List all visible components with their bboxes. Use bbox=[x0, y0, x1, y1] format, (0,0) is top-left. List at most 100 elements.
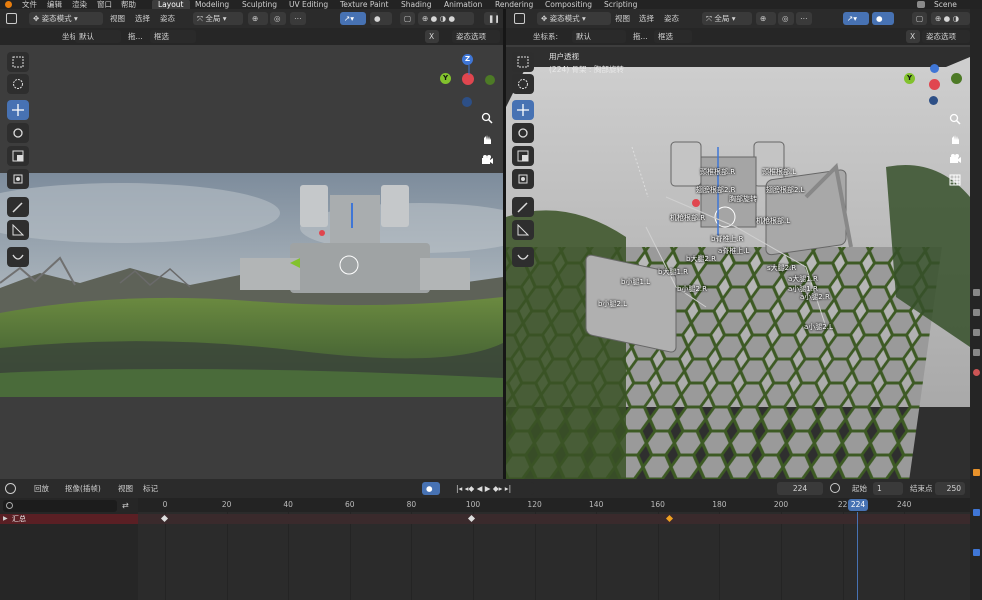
bone-label[interactable]: 机枪根部.R bbox=[670, 213, 705, 223]
bone-label[interactable]: 胸部旋转 bbox=[729, 194, 757, 204]
menu-window[interactable]: 窗口 bbox=[97, 0, 112, 9]
menu-view[interactable]: 视图 bbox=[110, 12, 125, 25]
bone-label[interactable]: 机枪根部.L bbox=[756, 216, 790, 226]
properties-render-icon[interactable] bbox=[973, 309, 980, 316]
gizmo-toggle-icon[interactable]: ↗▾ bbox=[843, 12, 869, 25]
tab-sculpting[interactable]: Sculpting bbox=[242, 0, 277, 9]
move-tool[interactable] bbox=[512, 100, 534, 120]
start-frame-field[interactable]: 1 bbox=[873, 482, 903, 495]
menu-pose[interactable]: 姿态 bbox=[160, 12, 175, 25]
bone-label[interactable]: b小腿1.L bbox=[621, 277, 650, 287]
pose-options-dropdown[interactable]: 姿态选项 bbox=[922, 30, 970, 43]
playback-controls[interactable]: |◂ ◂◆ ◀ ▶ ◆▸ ▸| bbox=[452, 482, 534, 495]
summary-row[interactable]: ▶ 汇总 bbox=[0, 514, 138, 524]
gizmo-neg-y-axis[interactable] bbox=[951, 73, 962, 84]
gizmo-toggle-icon[interactable]: ↗▾ bbox=[340, 12, 366, 25]
frame-ruler[interactable]: 0 20 40 60 80 100 120 140 160 180 200 22 240 bbox=[138, 498, 970, 512]
x-mirror-toggle[interactable]: X bbox=[425, 30, 439, 43]
bone-label[interactable]: 翅膀根部2.L bbox=[766, 185, 805, 195]
bone-label[interactable]: 颈椎根部.L bbox=[762, 167, 796, 177]
playhead-indicator[interactable]: 224 bbox=[848, 499, 868, 511]
pivot-point-icon[interactable]: ⊕ bbox=[248, 12, 268, 25]
properties-object-icon[interactable] bbox=[973, 469, 980, 476]
editor-type-icon[interactable] bbox=[6, 13, 17, 24]
pan-hand-icon[interactable] bbox=[946, 130, 964, 148]
zoom-icon[interactable] bbox=[478, 109, 496, 127]
camera-view-icon[interactable] bbox=[946, 150, 964, 168]
shading-modes[interactable]: ⊕ ● ◑ bbox=[931, 12, 970, 25]
gizmo-neg-z-axis[interactable] bbox=[462, 97, 472, 107]
properties-output-icon[interactable] bbox=[973, 329, 980, 336]
current-frame-field[interactable]: 224 bbox=[777, 482, 823, 495]
menu-select[interactable]: 选择 bbox=[639, 12, 654, 25]
ortho-grid-icon[interactable] bbox=[946, 171, 964, 189]
tab-uv-editing[interactable]: UV Editing bbox=[289, 0, 328, 9]
bone-label[interactable]: b大腿1.R bbox=[658, 267, 688, 277]
channel-search-field[interactable] bbox=[3, 500, 117, 512]
bone-label[interactable]: a脊椎上.L bbox=[718, 246, 749, 256]
move-tool[interactable] bbox=[7, 100, 29, 120]
drag-label[interactable]: 拖... bbox=[633, 30, 648, 43]
menu-view[interactable]: 视图 bbox=[118, 482, 133, 495]
menu-select[interactable]: 选择 bbox=[135, 12, 150, 25]
tab-layout[interactable]: Layout bbox=[152, 0, 190, 9]
cursor-tool[interactable] bbox=[7, 74, 29, 94]
bone-label[interactable]: a小腿2.R bbox=[800, 292, 830, 302]
xray-icon[interactable]: ▢ bbox=[400, 12, 415, 25]
xray-icon[interactable]: ▢ bbox=[912, 12, 927, 25]
pause-render-icon[interactable]: ❚❚ bbox=[484, 12, 498, 25]
x-mirror-toggle[interactable]: X bbox=[906, 30, 920, 43]
measure-tool[interactable] bbox=[512, 220, 534, 240]
bone-label[interactable]: b小腿2.L bbox=[598, 299, 627, 309]
menu-view[interactable]: 视图 bbox=[615, 12, 630, 25]
transform-tool[interactable] bbox=[7, 169, 29, 189]
proportional-icon[interactable]: ⋯ bbox=[290, 12, 306, 25]
pose-relax-tool[interactable] bbox=[512, 247, 534, 267]
menu-file[interactable]: 文件 bbox=[22, 0, 37, 9]
transform-tool[interactable] bbox=[512, 169, 534, 189]
pivot-point-icon[interactable]: ⊕ bbox=[756, 12, 776, 25]
overlay-icon[interactable]: ● bbox=[872, 12, 894, 25]
overlay-icon[interactable]: ● bbox=[370, 12, 392, 25]
tab-compositing[interactable]: Compositing bbox=[545, 0, 592, 9]
gizmo-z-axis[interactable]: Z bbox=[462, 54, 473, 65]
menu-render[interactable]: 渲染 bbox=[72, 0, 87, 9]
snap-icon[interactable]: ◎ bbox=[778, 12, 794, 25]
pan-hand-icon[interactable] bbox=[478, 130, 496, 148]
expand-arrow-icon[interactable]: ▶ bbox=[3, 514, 8, 524]
annotate-tool[interactable] bbox=[512, 197, 534, 217]
bone-label[interactable]: b小腿2.R bbox=[677, 284, 707, 294]
transform-orientation-dropdown[interactable]: ⤧ 全局 ▾ bbox=[193, 12, 243, 25]
gizmo-y-axis[interactable]: Y bbox=[904, 73, 915, 84]
end-frame-field[interactable]: 250 bbox=[935, 482, 965, 495]
properties-data-icon[interactable] bbox=[973, 549, 980, 556]
properties-modifier-icon[interactable] bbox=[973, 509, 980, 516]
gizmo-x-axis[interactable] bbox=[929, 79, 940, 90]
drag-label[interactable]: 拖... bbox=[128, 30, 143, 43]
rotate-tool[interactable] bbox=[7, 123, 29, 143]
select-box-tool[interactable] bbox=[7, 52, 29, 72]
rotate-tool[interactable] bbox=[512, 123, 534, 143]
blender-logo-icon[interactable] bbox=[5, 1, 12, 8]
coord-dropdown[interactable]: 默认 bbox=[572, 30, 626, 43]
snap-icon[interactable]: ◎ bbox=[270, 12, 286, 25]
select-box-tool[interactable] bbox=[512, 52, 534, 72]
scale-tool[interactable] bbox=[512, 146, 534, 166]
bone-label[interactable]: b大腿2.R bbox=[686, 254, 716, 264]
shading-modes[interactable]: ⊕ ● ◑ ● bbox=[418, 12, 474, 25]
camera-view-icon[interactable] bbox=[478, 151, 496, 169]
measure-tool[interactable] bbox=[7, 220, 29, 240]
coord-dropdown[interactable]: 默认 bbox=[75, 30, 121, 43]
mode-dropdown[interactable]: ✥ 姿态模式 ▾ bbox=[29, 12, 103, 25]
gizmo-z-axis[interactable] bbox=[930, 64, 939, 73]
timeline-editor-type-icon[interactable] bbox=[5, 483, 16, 494]
tab-animation[interactable]: Animation bbox=[444, 0, 482, 9]
menu-edit[interactable]: 编辑 bbox=[47, 0, 62, 9]
keyframe-region[interactable]: 0 20 40 60 80 100 120 140 160 180 200 22 240 224 bbox=[138, 498, 970, 600]
editor-type-icon[interactable] bbox=[514, 13, 525, 24]
tab-modeling[interactable]: Modeling bbox=[195, 0, 229, 9]
menu-pose[interactable]: 姿态 bbox=[664, 12, 679, 25]
mode-dropdown[interactable]: ✥ 姿态模式 ▾ bbox=[537, 12, 611, 25]
select-mode-dropdown[interactable]: 框选 bbox=[654, 30, 692, 43]
tab-rendering[interactable]: Rendering bbox=[495, 0, 533, 9]
